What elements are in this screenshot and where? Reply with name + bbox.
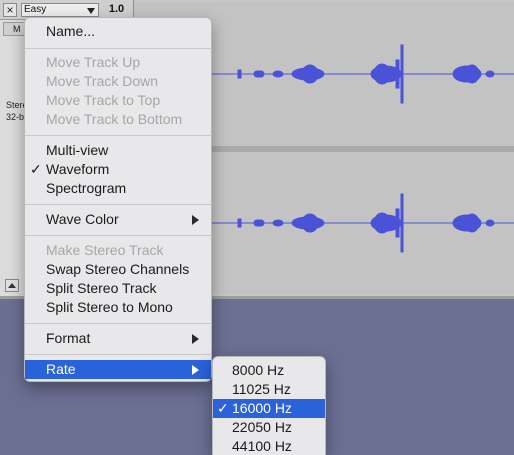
menu-item-label: Split Stereo Track — [46, 280, 157, 296]
menu-item-label: Move Track Down — [46, 73, 159, 89]
menu-item-split-stereo-track[interactable]: Split Stereo Track — [25, 279, 211, 298]
chevron-down-icon — [87, 8, 95, 14]
menu-item-label: Move Track to Bottom — [46, 111, 183, 127]
menu-item-label: Make Stereo Track — [46, 242, 164, 258]
menu-item-waveform[interactable]: ✓ Waveform — [25, 160, 211, 179]
checkmark-icon: ✓ — [30, 161, 42, 177]
menu-item-label: Move Track Up — [46, 54, 141, 70]
menu-item-split-stereo-to-mono[interactable]: Split Stereo to Mono — [25, 298, 211, 317]
menu-item-label: Rate — [46, 361, 76, 377]
menu-separator — [25, 323, 211, 324]
rate-option-label: 16000 Hz — [232, 400, 292, 416]
checkmark-icon: ✓ — [217, 400, 229, 416]
menu-item-label: Multi-view — [46, 142, 109, 158]
menu-separator — [25, 235, 211, 236]
menu-separator — [25, 48, 211, 49]
menu-item-label: Name... — [46, 23, 96, 39]
rate-option-8000[interactable]: 8000 Hz — [213, 361, 325, 380]
collapse-track-button[interactable] — [5, 279, 19, 292]
track-rate-label: 1.0 — [108, 3, 125, 15]
menu-item-label: Split Stereo to Mono — [46, 299, 173, 315]
track-name-dropdown[interactable]: Easy — [21, 3, 99, 17]
menu-item-label: Spectrogram — [46, 180, 127, 196]
track-name-label: Easy — [24, 4, 47, 15]
collapse-arrow-icon — [8, 283, 16, 288]
menu-item-label: Move Track to Top — [46, 92, 161, 108]
menu-item-label: Swap Stereo Channels — [46, 261, 190, 277]
menu-item-format[interactable]: Format — [25, 329, 211, 348]
menu-item-move-track-up[interactable]: Move Track Up — [25, 53, 211, 72]
rate-option-label: 44100 Hz — [232, 438, 292, 454]
mute-button[interactable]: M — [3, 22, 25, 36]
rate-option-label: 11025 Hz — [232, 381, 291, 397]
track-context-menu: Name... Move Track Up Move Track Down Mo… — [24, 17, 212, 382]
menu-separator — [25, 135, 211, 136]
rate-option-label: 8000 Hz — [232, 362, 285, 378]
submenu-arrow-icon — [192, 334, 199, 344]
submenu-arrow-icon — [192, 215, 199, 225]
menu-item-move-track-to-top[interactable]: Move Track to Top — [25, 91, 211, 110]
rate-option-11025[interactable]: 11025 Hz — [213, 380, 325, 399]
rate-submenu: 8000 Hz 11025 Hz ✓ 16000 Hz 22050 Hz 441… — [212, 356, 326, 455]
rate-option-label: 22050 Hz — [232, 419, 292, 435]
rate-option-22050[interactable]: 22050 Hz — [213, 418, 325, 437]
close-track-button[interactable]: × — [3, 3, 17, 17]
rate-option-16000[interactable]: ✓ 16000 Hz — [213, 399, 325, 418]
menu-item-move-track-down[interactable]: Move Track Down — [25, 72, 211, 91]
menu-item-label: Waveform — [46, 161, 110, 177]
menu-item-label: Format — [46, 330, 91, 346]
menu-separator — [25, 204, 211, 205]
menu-item-name[interactable]: Name... — [25, 22, 211, 41]
menu-item-spectrogram[interactable]: Spectrogram — [25, 179, 211, 198]
menu-item-move-track-to-bottom[interactable]: Move Track to Bottom — [25, 110, 211, 129]
menu-separator — [25, 354, 211, 355]
menu-item-rate[interactable]: Rate — [25, 360, 211, 379]
menu-item-make-stereo-track[interactable]: Make Stereo Track — [25, 241, 211, 260]
rate-option-44100[interactable]: 44100 Hz — [213, 437, 325, 455]
menu-item-wave-color[interactable]: Wave Color — [25, 210, 211, 229]
menu-item-label: Wave Color — [46, 211, 119, 227]
menu-item-swap-stereo-channels[interactable]: Swap Stereo Channels — [25, 260, 211, 279]
submenu-arrow-icon — [192, 365, 199, 375]
menu-item-multi-view[interactable]: Multi-view — [25, 141, 211, 160]
